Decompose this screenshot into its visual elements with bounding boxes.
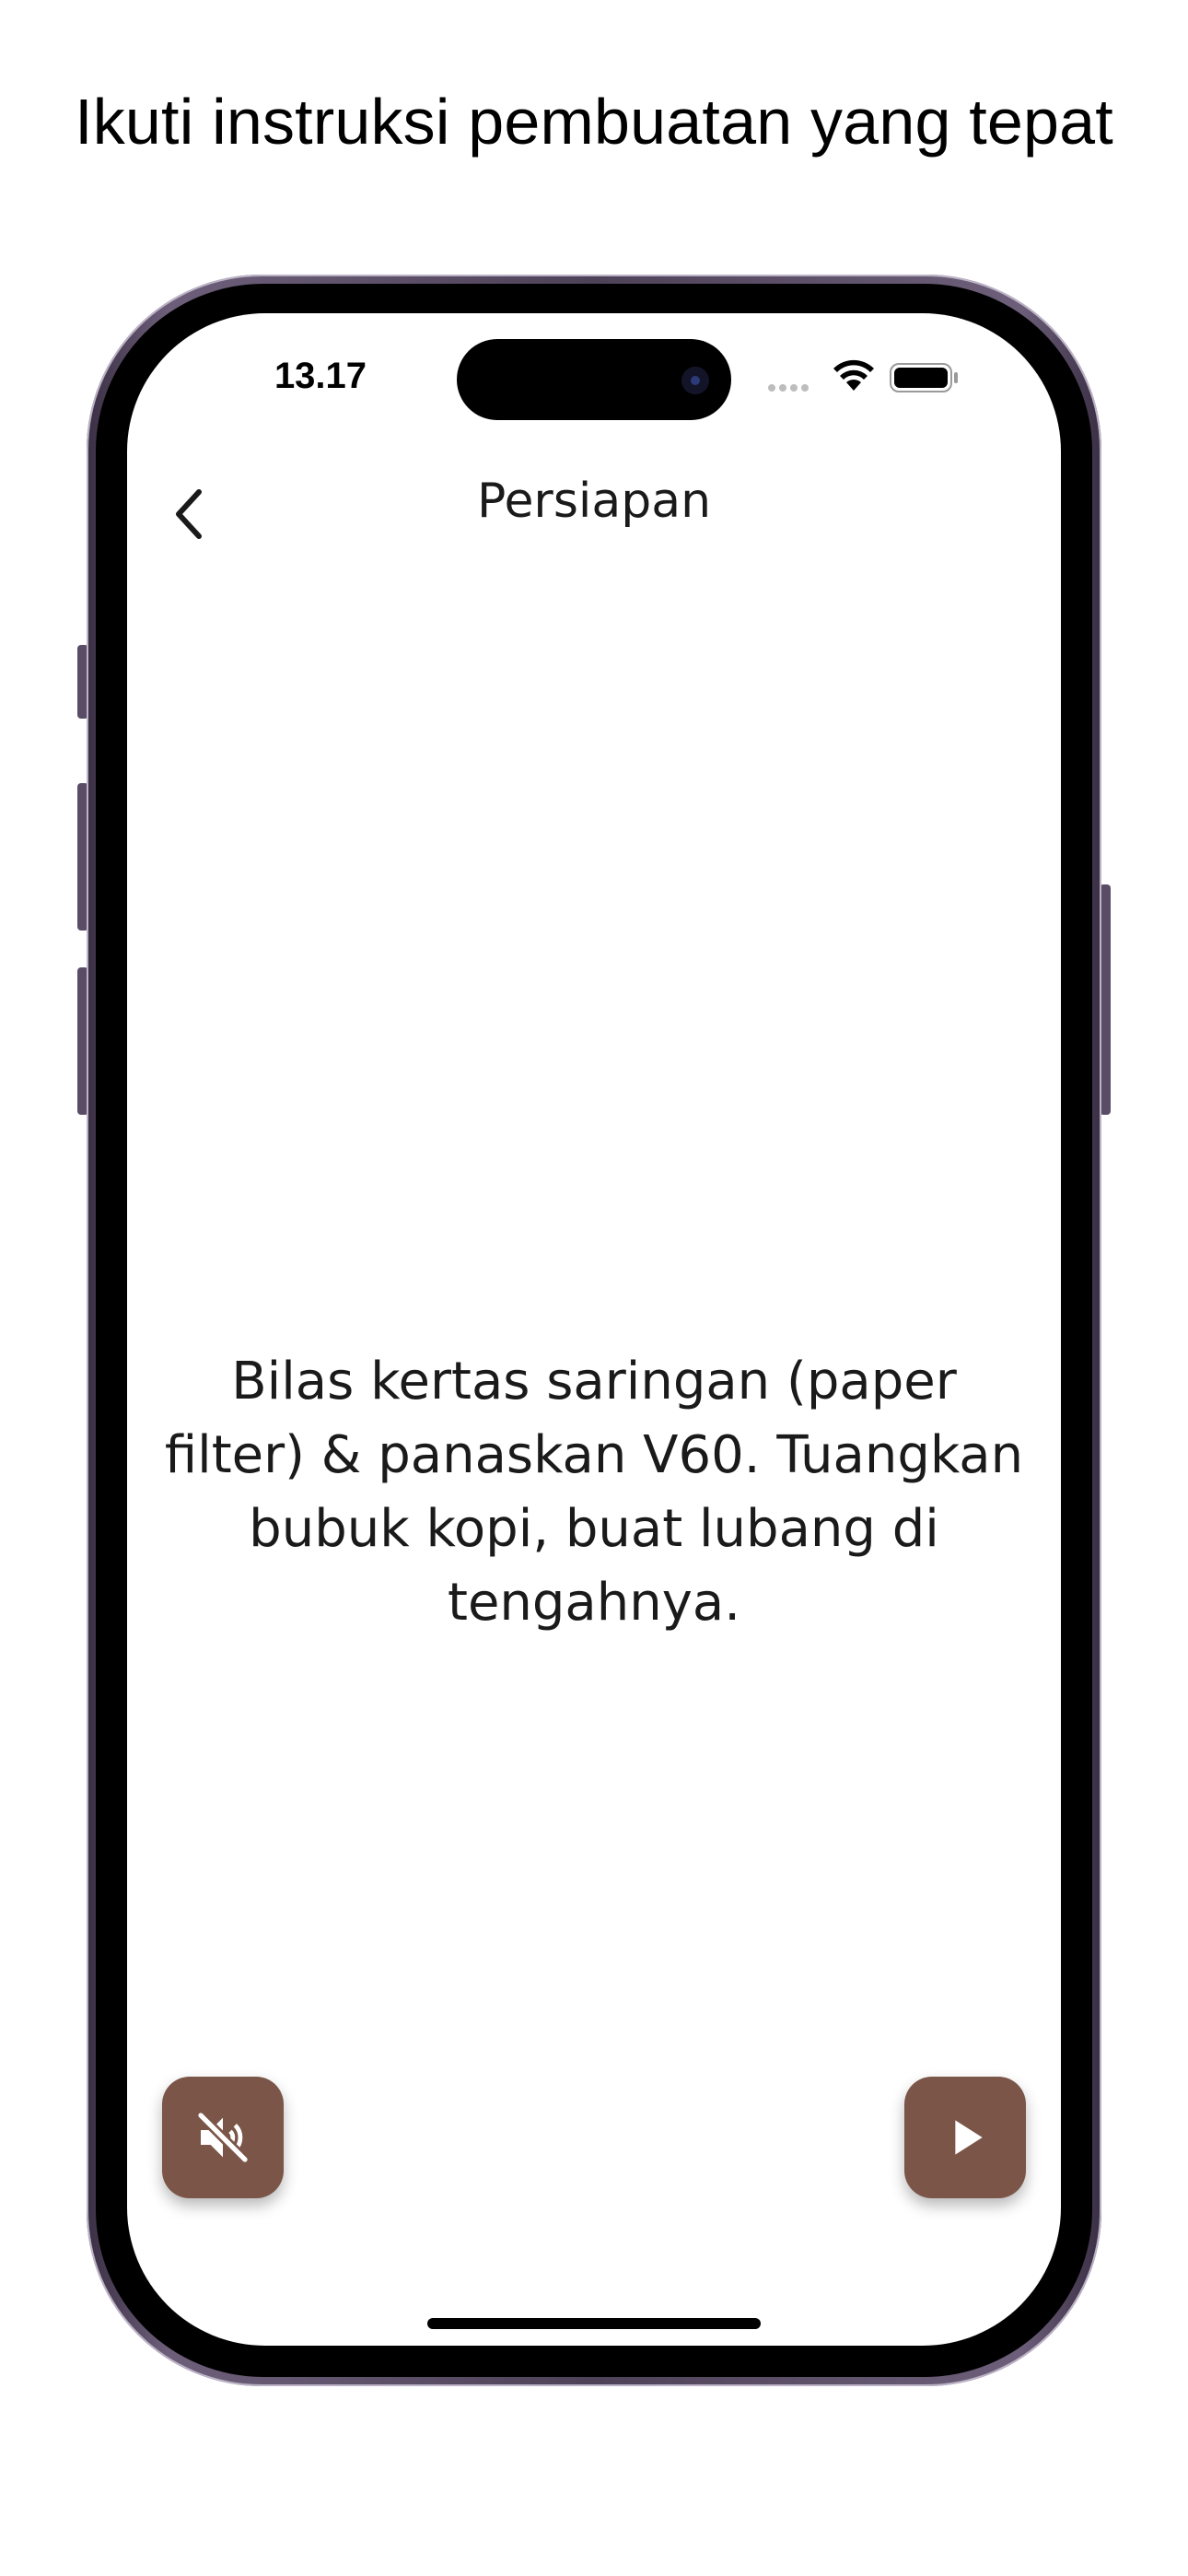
page-title: Persiapan bbox=[476, 474, 712, 529]
status-time: 13.17 bbox=[274, 356, 367, 396]
phone-screen: 13.17 Persiapan Bilas kertas saringan (p… bbox=[127, 313, 1061, 2346]
step-instruction: Bilas kertas saringan (paper filter) & p… bbox=[164, 1352, 1024, 1633]
battery-icon bbox=[890, 363, 958, 392]
mute-button[interactable] bbox=[162, 2077, 284, 2198]
play-icon bbox=[955, 2120, 983, 2155]
home-indicator[interactable] bbox=[427, 2318, 761, 2329]
volume-off-icon bbox=[195, 2110, 250, 2165]
dynamic-island bbox=[457, 339, 731, 420]
play-button[interactable] bbox=[904, 2077, 1026, 2198]
status-icons bbox=[768, 359, 980, 396]
wifi-icon bbox=[833, 359, 874, 391]
front-camera-icon bbox=[681, 367, 709, 394]
promo-headline: Ikuti instruksi pembuatan yang tepat bbox=[75, 86, 1113, 158]
signal-dots-icon bbox=[768, 380, 812, 396]
